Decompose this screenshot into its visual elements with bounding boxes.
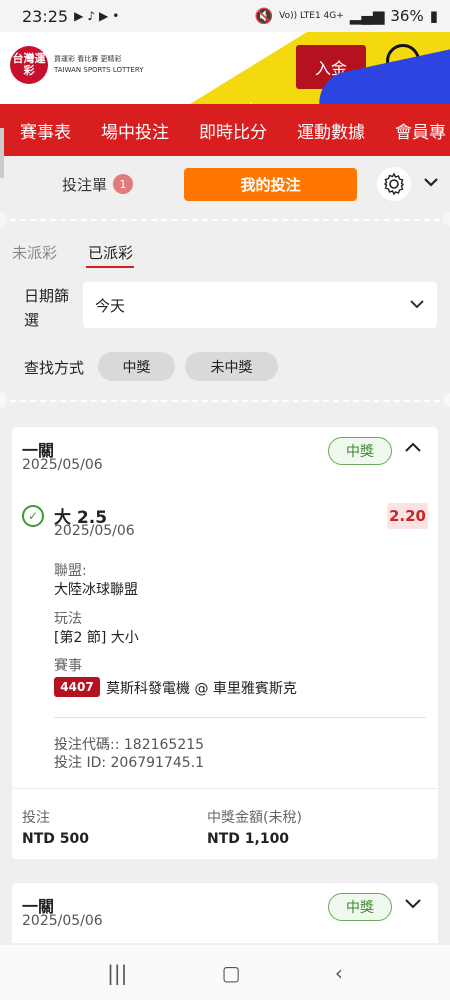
- market-label: 玩法: [54, 611, 82, 627]
- payout-label: 中獎金額(未稅): [207, 810, 302, 826]
- home-icon[interactable]: ▢: [222, 961, 241, 985]
- divider-notch: [0, 393, 7, 407]
- gear-icon[interactable]: [377, 167, 411, 201]
- date-filter-value: 今天: [95, 296, 126, 315]
- event-name: 莫斯科發電機 @ 車里雅賓斯克: [106, 681, 297, 697]
- nav-item-schedule[interactable]: 賽事表: [0, 118, 71, 143]
- divider: [12, 788, 438, 789]
- bet-code: 投注代碼:: 182165215: [54, 737, 205, 753]
- event-number-badge: 4407: [54, 677, 100, 697]
- logo-tagline-en: TAIWAN SPORTS LOTTERY: [54, 66, 144, 74]
- nav-item-live-score[interactable]: 即時比分: [179, 118, 267, 143]
- active-tab-indicator: [86, 266, 134, 268]
- chevron-up-icon[interactable]: [404, 441, 422, 457]
- divider: [0, 219, 450, 221]
- settlement-tabs: 未派彩 已派彩: [0, 232, 450, 272]
- youtube-icon: ▶: [99, 9, 109, 23]
- selection-date: 2025/05/06: [54, 523, 135, 539]
- divider: [54, 717, 426, 718]
- league-value: 大陸冰球聯盟: [54, 582, 138, 598]
- battery-level: 36%: [390, 7, 424, 25]
- signal-bars-icon: ▂▄▆: [349, 7, 385, 25]
- nav-item-sports-data[interactable]: 運動數據: [277, 118, 365, 143]
- back-icon[interactable]: ‹: [335, 961, 343, 985]
- bet-slip-tab[interactable]: 投注單 1: [62, 174, 134, 195]
- date-filter-label: 日期篩選: [24, 287, 70, 329]
- battery-icon: ▮: [429, 7, 438, 25]
- nav-item-member[interactable]: 會員專: [375, 118, 446, 143]
- check-circle-icon: ✓: [22, 505, 44, 527]
- stake-value: NTD 500: [22, 831, 89, 847]
- recent-apps-icon[interactable]: |||: [107, 961, 127, 985]
- logo-tagline-zh: 買運彩 看比賽 更精彩: [54, 55, 122, 63]
- site-header: 台灣運彩 買運彩 看比賽 更精彩 TAIWAN SPORTS LOTTERY 入…: [0, 32, 450, 104]
- my-bets-button[interactable]: 我的投注: [184, 168, 357, 201]
- filter-win-button[interactable]: 中獎: [98, 352, 175, 381]
- nav-item-live-betting[interactable]: 場中投注: [81, 118, 169, 143]
- filter-lose-button[interactable]: 未中獎: [185, 352, 278, 381]
- bet-card: 一關 2025/05/06 中獎: [12, 883, 438, 943]
- divider: [0, 400, 450, 402]
- bet-date: 2025/05/06: [22, 913, 103, 929]
- status-badge: 中獎: [328, 893, 392, 921]
- stake-label: 投注: [22, 810, 50, 826]
- divider-notch: [443, 212, 450, 226]
- chevron-down-icon[interactable]: [404, 897, 422, 913]
- event-label: 賽事: [54, 658, 82, 674]
- tiktok-icon: ♪: [87, 9, 96, 23]
- status-bar: 23:25 ▶ ♪ ▶ • 🔇 Vo)) LTE1 4G+ ▂▄▆ 36% ▮: [0, 0, 450, 32]
- league-label: 聯盟:: [54, 563, 87, 579]
- signal-text: Vo)) LTE1 4G+: [279, 11, 344, 21]
- odds-value: 2.20: [387, 503, 428, 529]
- chevron-down-icon[interactable]: [423, 175, 439, 191]
- logo-tagline: 買運彩 看比賽 更精彩 TAIWAN SPORTS LOTTERY: [54, 54, 144, 76]
- bet-card: 一關 2025/05/06 中獎 ✓ 大 2.5 2025/05/06 2.20…: [12, 427, 438, 859]
- main-nav: 賽事表 場中投注 即時比分 運動數據 會員專: [0, 104, 450, 156]
- mute-icon: 🔇: [254, 7, 274, 25]
- search-mode-label: 查找方式: [24, 359, 85, 377]
- edge-handle[interactable]: [0, 128, 4, 178]
- divider-notch: [443, 393, 450, 407]
- bet-date: 2025/05/06: [22, 457, 103, 473]
- clock: 23:25: [22, 6, 69, 26]
- date-filter-select[interactable]: 今天: [83, 282, 437, 328]
- notification-icons: ▶ ♪ ▶ •: [74, 9, 119, 23]
- youtube-icon: ▶: [74, 9, 84, 23]
- chevron-down-icon: [409, 297, 425, 313]
- bet-id: 投注 ID: 206791745.1: [54, 755, 205, 771]
- system-nav-bar: ||| ▢ ‹: [0, 945, 450, 1000]
- divider-notch: [0, 212, 7, 226]
- logo[interactable]: 台灣運彩: [10, 46, 48, 84]
- payout-value: NTD 1,100: [207, 831, 290, 847]
- market-value: [第2 節] 大小: [54, 630, 139, 646]
- bet-slip-count-badge: 1: [113, 174, 134, 194]
- status-badge: 中獎: [328, 437, 392, 465]
- tab-settled[interactable]: 已派彩: [88, 242, 133, 263]
- bet-slip-label: 投注單: [62, 175, 108, 194]
- tab-unsettled[interactable]: 未派彩: [12, 242, 57, 263]
- dot-icon: •: [112, 9, 120, 23]
